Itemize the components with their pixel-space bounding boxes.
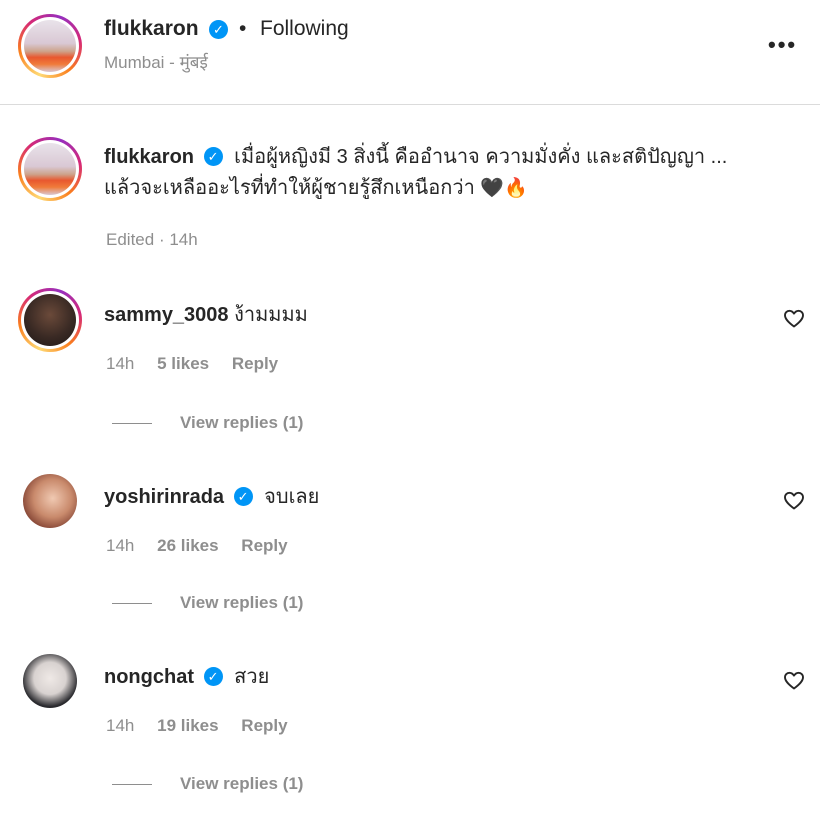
edited-label: Edited bbox=[106, 230, 155, 249]
verified-badge-icon: ✓ bbox=[233, 487, 253, 506]
comment-body: จบเลย bbox=[264, 486, 320, 508]
separator-dot: • bbox=[239, 17, 247, 40]
comment-time[interactable]: 14h bbox=[106, 354, 134, 373]
comment-time[interactable]: 14h bbox=[106, 536, 134, 555]
fire-emoji: 🔥 bbox=[504, 178, 528, 199]
caption-avatar[interactable] bbox=[18, 137, 82, 201]
heart-outline-icon[interactable] bbox=[782, 668, 806, 692]
verified-badge-icon: ✓ bbox=[203, 147, 223, 166]
view-replies-label[interactable]: View replies (1) bbox=[180, 413, 303, 432]
black-heart-emoji: 🖤 bbox=[480, 178, 505, 199]
reply-button[interactable]: Reply bbox=[241, 536, 287, 555]
verified-badge-icon: ✓ bbox=[203, 667, 223, 686]
more-options-icon[interactable]: ••• bbox=[768, 32, 797, 58]
author-avatar[interactable] bbox=[18, 14, 82, 78]
comment-body: ง้ามมมม bbox=[234, 304, 308, 326]
commenter-avatar[interactable] bbox=[23, 474, 77, 528]
post-header: flukkaron ✓ • Following Mumbai - मुंबई •… bbox=[0, 0, 820, 105]
comment-username[interactable]: sammy_3008 bbox=[104, 304, 229, 326]
comment-meta: 14h 5 likes Reply bbox=[106, 354, 296, 374]
heart-outline-icon[interactable] bbox=[782, 488, 806, 512]
replies-divider bbox=[112, 423, 152, 425]
caption-time[interactable]: 14h bbox=[169, 230, 197, 249]
comment-likes[interactable]: 26 likes bbox=[157, 536, 218, 555]
commenter-avatar[interactable] bbox=[23, 654, 77, 708]
meta-dot: · bbox=[158, 230, 165, 249]
comment-text: yoshirinrada ✓ จบเลย bbox=[104, 480, 319, 512]
heart-outline-icon[interactable] bbox=[782, 306, 806, 330]
caption-line-1: เมื่อผู้หญิงมี 3 สิ่งนี้ คืออำนาจ ความมั… bbox=[234, 146, 728, 168]
comment-body: สวย bbox=[234, 666, 270, 688]
comment-likes[interactable]: 19 likes bbox=[157, 716, 218, 735]
commenter-avatar[interactable] bbox=[18, 288, 82, 352]
replies-divider bbox=[112, 603, 152, 605]
replies-divider bbox=[112, 784, 152, 786]
following-button[interactable]: Following bbox=[260, 17, 349, 41]
comment-meta: 14h 26 likes Reply bbox=[106, 536, 306, 556]
caption-text: flukkaron ✓ เมื่อผู้หญิงมี 3 สิ่งนี้ คือ… bbox=[104, 142, 804, 204]
caption-username[interactable]: flukkaron bbox=[104, 146, 194, 168]
view-replies-label[interactable]: View replies (1) bbox=[180, 774, 303, 793]
comment-likes[interactable]: 5 likes bbox=[157, 354, 209, 373]
view-replies-button[interactable]: View replies (1) bbox=[112, 774, 303, 794]
reply-button[interactable]: Reply bbox=[241, 716, 287, 735]
view-replies-button[interactable]: View replies (1) bbox=[112, 413, 303, 433]
view-replies-button[interactable]: View replies (1) bbox=[112, 593, 303, 613]
reply-button[interactable]: Reply bbox=[232, 354, 278, 373]
comment-text: sammy_3008 ง้ามมมม bbox=[104, 298, 308, 330]
verified-badge-icon: ✓ bbox=[209, 20, 228, 39]
comment-text: nongchat ✓ สวย bbox=[104, 660, 269, 692]
comment-username[interactable]: yoshirinrada bbox=[104, 486, 224, 508]
author-username[interactable]: flukkaron bbox=[104, 17, 199, 41]
comment-time[interactable]: 14h bbox=[106, 716, 134, 735]
caption-line-2: แล้วจะเหลืออะไรที่ทำให้ผู้ชายรู้สึกเหนือ… bbox=[104, 177, 475, 199]
view-replies-label[interactable]: View replies (1) bbox=[180, 593, 303, 612]
comment-username[interactable]: nongchat bbox=[104, 666, 194, 688]
post-location[interactable]: Mumbai - मुंबई bbox=[104, 50, 208, 73]
caption-meta: Edited · 14h bbox=[106, 230, 198, 250]
comment-meta: 14h 19 likes Reply bbox=[106, 716, 306, 736]
